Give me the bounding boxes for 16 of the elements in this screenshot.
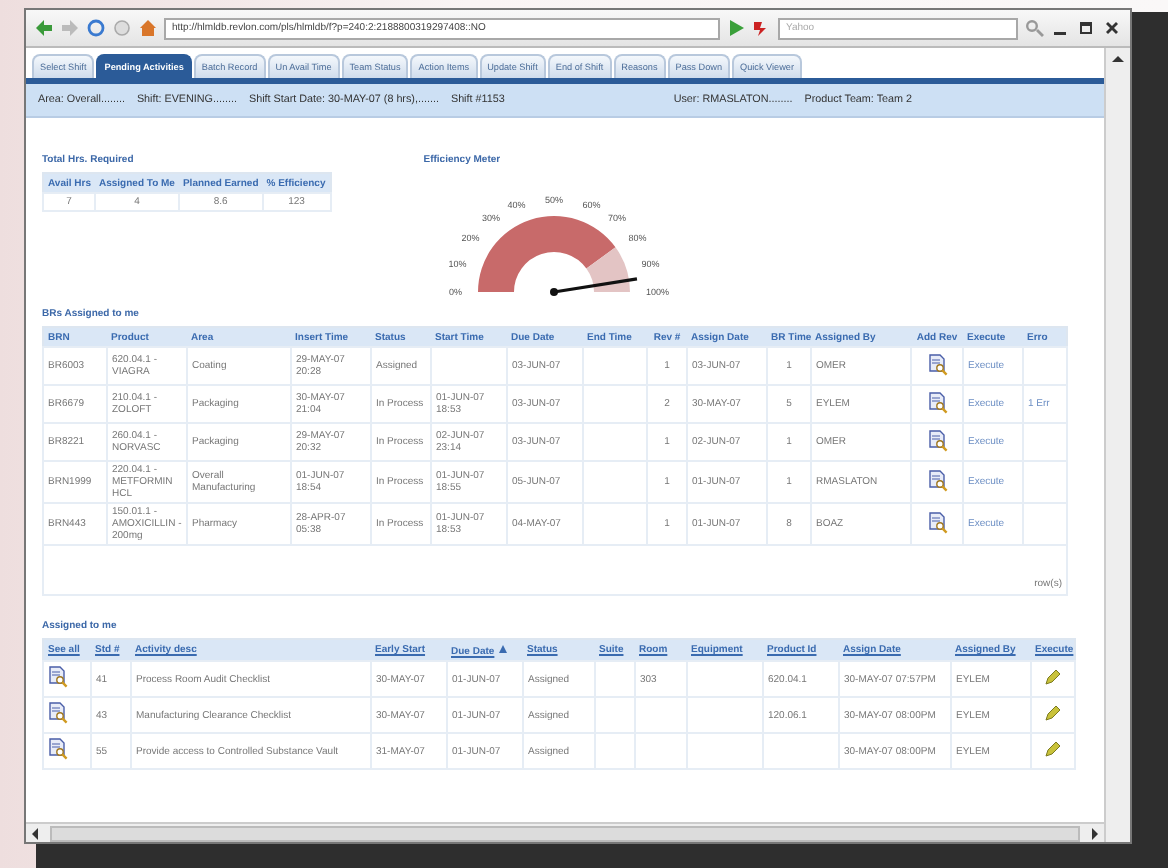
document-search-icon[interactable] [927, 511, 947, 533]
document-search-icon[interactable] [48, 666, 68, 688]
refresh-icon[interactable] [86, 18, 106, 38]
maximize-icon[interactable] [1076, 18, 1096, 38]
horizontal-scrollbar[interactable] [26, 822, 1104, 842]
vertical-scrollbar[interactable] [1104, 48, 1130, 842]
home-icon[interactable] [138, 18, 158, 38]
document-search-icon[interactable] [927, 429, 947, 451]
close-icon[interactable] [1102, 18, 1122, 38]
document-search-icon[interactable] [927, 469, 947, 491]
document-search-icon[interactable] [48, 738, 68, 760]
go-icon[interactable] [726, 18, 746, 38]
document-search-icon[interactable] [48, 702, 68, 724]
document-search-icon[interactable] [927, 391, 947, 413]
back-icon[interactable] [34, 18, 54, 38]
document-search-icon[interactable] [927, 353, 947, 375]
